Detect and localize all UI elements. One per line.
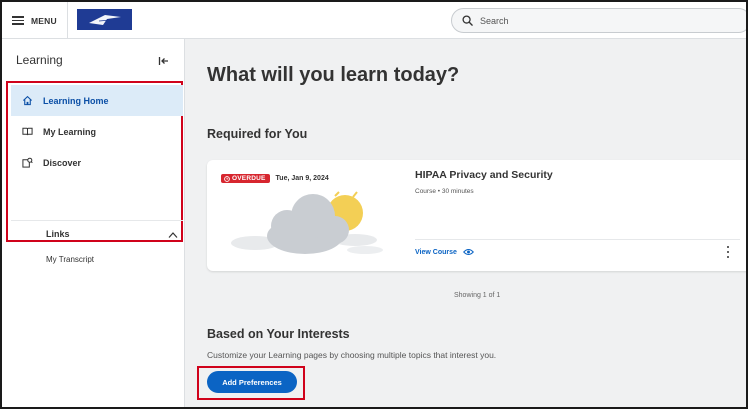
clock-icon xyxy=(224,175,230,182)
company-logo[interactable] xyxy=(77,9,132,30)
sidebar-item-my-learning[interactable]: My Learning xyxy=(11,116,183,147)
course-card[interactable]: OVERDUE Tue, Jan 9, 2024 HIPAA Privacy a… xyxy=(207,160,746,271)
nav-highlight-box: Learning Home My Learning Discover Links xyxy=(6,81,183,264)
sidebar-title: Learning xyxy=(16,53,63,67)
top-bar: MENU xyxy=(2,2,746,39)
search-box[interactable] xyxy=(451,8,746,33)
due-date: Tue, Jan 9, 2024 xyxy=(275,175,329,182)
collapse-sidebar-icon[interactable] xyxy=(158,55,170,67)
more-options-icon[interactable] xyxy=(724,246,732,258)
sidebar-item-label: Discover xyxy=(43,157,82,168)
hamburger-icon xyxy=(12,16,24,25)
app-window: MENU Learning xyxy=(0,0,748,409)
interests-section-title: Based on Your Interests xyxy=(207,327,350,341)
sidebar-item-learning-home[interactable]: Learning Home xyxy=(11,85,183,116)
search-icon xyxy=(462,15,473,26)
interests-description: Customize your Learning pages by choosin… xyxy=(207,350,497,360)
due-badge: OVERDUE Tue, Jan 9, 2024 xyxy=(221,174,329,183)
overdue-label: OVERDUE xyxy=(232,175,266,182)
sidebar-item-label: Learning Home xyxy=(43,95,109,106)
sidebar-item-discover[interactable]: Discover xyxy=(11,147,183,178)
card-divider xyxy=(415,239,740,240)
required-section-title: Required for You xyxy=(207,127,308,141)
eye-icon xyxy=(462,248,474,256)
view-course-label: View Course xyxy=(415,248,457,256)
menu-button[interactable]: MENU xyxy=(2,2,68,39)
main-content: What will you learn today? Required for … xyxy=(186,39,746,407)
add-preferences-button[interactable]: Add Preferences xyxy=(207,371,297,393)
course-meta: Course • 30 minutes xyxy=(415,188,474,195)
showing-count: Showing 1 of 1 xyxy=(454,292,501,299)
course-title[interactable]: HIPAA Privacy and Security xyxy=(415,169,553,181)
overdue-badge: OVERDUE xyxy=(221,174,270,183)
chevron-up-icon[interactable] xyxy=(168,231,178,239)
search-input[interactable] xyxy=(480,15,720,26)
view-course-button[interactable]: View Course xyxy=(415,248,474,256)
discover-icon xyxy=(22,157,33,168)
links-section-header[interactable]: Links xyxy=(11,220,183,247)
sidebar: Learning Learning Home My Learning Disco… xyxy=(2,39,185,407)
logo-mark-icon xyxy=(88,14,121,25)
book-icon xyxy=(22,127,33,136)
home-icon xyxy=(22,95,33,106)
page-title: What will you learn today? xyxy=(207,64,460,86)
link-my-transcript[interactable]: My Transcript xyxy=(46,255,94,264)
sidebar-item-label: My Learning xyxy=(43,126,97,137)
menu-label: MENU xyxy=(31,15,57,26)
